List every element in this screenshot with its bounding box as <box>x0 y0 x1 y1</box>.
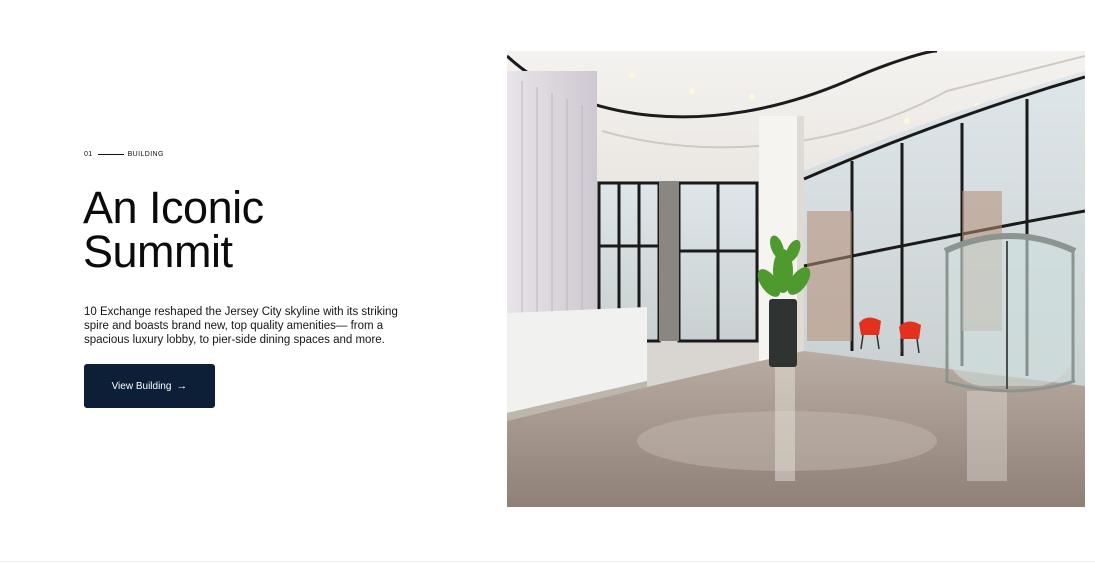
title-line-1: An Iconic <box>83 182 264 233</box>
section-eyebrow: 01 BUILDING <box>84 151 164 158</box>
section-number: 01 <box>84 151 93 158</box>
section-label: BUILDING <box>127 151 164 158</box>
view-building-label: View Building <box>111 380 172 392</box>
lobby-photo <box>507 51 1085 507</box>
view-building-button[interactable]: View Building → <box>84 364 215 408</box>
eyebrow-divider <box>97 154 124 155</box>
planter <box>769 299 797 367</box>
title-line-2: Summit <box>83 226 233 277</box>
revolving-door <box>943 233 1077 393</box>
section-divider <box>0 561 1095 562</box>
lobby-illustration <box>507 51 1085 507</box>
page-title: An Iconic Summit <box>83 182 443 277</box>
arrow-right-icon: → <box>176 380 188 392</box>
section-description: 10 Exchange reshaped the Jersey City sky… <box>84 306 398 346</box>
building-section: 01 BUILDING An Iconic Summit 10 Exchange… <box>0 0 1095 563</box>
